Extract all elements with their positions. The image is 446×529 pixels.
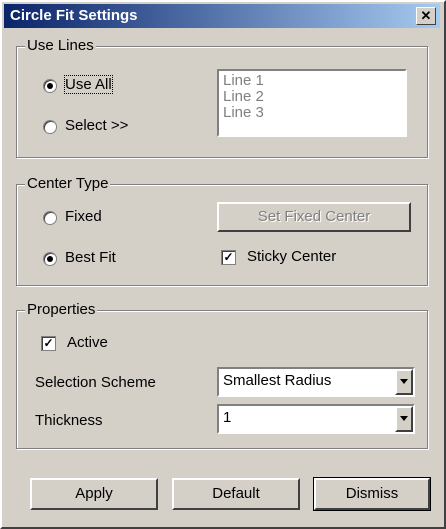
- use-all-radio[interactable]: [43, 79, 57, 93]
- close-icon: ✕: [420, 8, 432, 23]
- selection-scheme-value: Smallest Radius: [223, 372, 332, 389]
- select-radio[interactable]: [43, 120, 57, 134]
- select-label[interactable]: Select >>: [65, 117, 128, 134]
- list-item[interactable]: Line 3: [223, 105, 401, 121]
- chevron-down-icon[interactable]: [395, 369, 413, 395]
- best-fit-label[interactable]: Best Fit: [65, 249, 116, 266]
- apply-button[interactable]: Apply: [30, 478, 158, 510]
- list-item[interactable]: Line 2: [223, 89, 401, 105]
- properties-legend: Properties: [25, 301, 98, 318]
- thickness-value: 1: [223, 409, 232, 426]
- center-type-legend: Center Type: [25, 175, 111, 192]
- active-label[interactable]: Active: [67, 334, 108, 351]
- default-button[interactable]: Default: [172, 478, 300, 510]
- selection-scheme-label: Selection Scheme: [35, 374, 156, 391]
- list-item[interactable]: Line 1: [223, 73, 401, 89]
- sticky-center-checkbox[interactable]: ✓: [221, 250, 236, 265]
- thickness-label: Thickness: [35, 412, 103, 429]
- active-checkbox[interactable]: ✓: [41, 336, 56, 351]
- fixed-radio[interactable]: [43, 211, 57, 225]
- circle-fit-settings-dialog: Circle Fit Settings ✕ Use Lines Use All …: [0, 0, 446, 529]
- use-lines-legend: Use Lines: [25, 37, 96, 54]
- sticky-center-label[interactable]: Sticky Center: [247, 248, 336, 265]
- chevron-down-icon[interactable]: [395, 406, 413, 432]
- dismiss-button[interactable]: Dismiss: [313, 477, 431, 511]
- set-fixed-center-button[interactable]: Set Fixed Center: [217, 202, 411, 232]
- title-bar[interactable]: Circle Fit Settings ✕: [4, 4, 440, 28]
- window-title: Circle Fit Settings: [10, 7, 138, 24]
- thickness-select[interactable]: 1: [217, 404, 415, 434]
- fixed-label[interactable]: Fixed: [65, 208, 102, 225]
- use-all-label[interactable]: Use All: [64, 75, 113, 94]
- lines-listbox[interactable]: Line 1 Line 2 Line 3: [217, 69, 407, 137]
- close-button[interactable]: ✕: [416, 7, 436, 25]
- center-type-group: Center Type Fixed Best Fit Set Fixed Cen…: [16, 175, 428, 286]
- use-lines-group: Use Lines Use All Select >> Line 1 Line …: [16, 37, 428, 158]
- selection-scheme-select[interactable]: Smallest Radius: [217, 367, 415, 397]
- best-fit-radio[interactable]: [43, 252, 57, 266]
- properties-group: Properties ✓ Active Selection Scheme Sma…: [16, 301, 428, 449]
